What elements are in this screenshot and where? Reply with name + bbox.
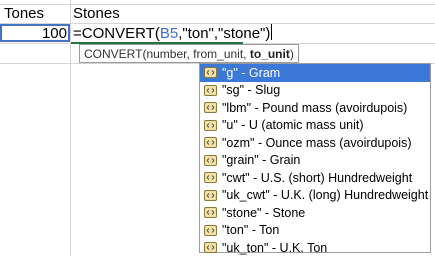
unit-list-icon: [204, 137, 217, 149]
unit-option[interactable]: "cwt" - U.S. (short) Hundredweight: [200, 169, 430, 187]
unit-option-code: "u": [222, 118, 238, 133]
unit-option-description: - Ounce mass (avoirdupois): [254, 135, 412, 150]
cell-header-stones[interactable]: Stones: [73, 4, 120, 23]
function-signature-tooltip[interactable]: CONVERT(number, from_unit, to_unit): [79, 44, 299, 63]
unit-list-icon: [204, 189, 217, 201]
unit-option-code: "cwt": [222, 170, 250, 185]
unit-option[interactable]: "u" - U (atomic mass unit): [200, 117, 430, 135]
unit-option-code: "grain": [222, 153, 259, 168]
unit-option-code: "stone": [222, 205, 262, 220]
unit-option[interactable]: "uk_cwt" - U.K. (long) Hundredweight: [200, 187, 430, 205]
unit-option-code: "ozm": [222, 135, 255, 150]
signature-text: CONVERT(number, from_unit,: [84, 47, 250, 61]
unit-option[interactable]: "g" - Gram: [200, 64, 430, 82]
unit-option-code: "ton": [222, 223, 249, 238]
cell-header-tones[interactable]: Tones: [4, 4, 44, 23]
formula-cell-reference: B5: [159, 25, 179, 42]
unit-option-description: - U.K. (long) Hundredweight: [269, 188, 429, 203]
unit-option[interactable]: "stone" - Stone: [200, 204, 430, 222]
unit-option-description: - Ton: [248, 223, 280, 238]
unit-list-icon: [204, 67, 217, 79]
unit-option-description: - U.K. Ton: [268, 240, 328, 255]
unit-option-code: "sg": [222, 83, 245, 98]
unit-list-icon: [204, 102, 217, 114]
unit-list-icon: [204, 207, 217, 219]
unit-option[interactable]: "ton" - Ton: [200, 222, 430, 240]
signature-close: ): [289, 47, 294, 61]
cell-value-tones[interactable]: 100: [0, 24, 67, 43]
unit-option-description: - U.S. (short) Hundredweight: [249, 170, 413, 185]
text-cursor: [271, 24, 273, 40]
unit-option-description: - Stone: [261, 205, 306, 220]
unit-list-icon: [204, 172, 217, 184]
unit-list-icon: [204, 84, 217, 96]
gridline: [0, 4, 435, 5]
unit-option-code: "uk_cwt": [222, 188, 270, 203]
unit-option-description: - Gram: [237, 65, 281, 80]
unit-option-code: "lbm": [222, 100, 252, 115]
unit-list-icon: [204, 154, 217, 166]
unit-option-description: - Slug: [244, 83, 281, 98]
formula-text[interactable]: =CONVERT(B5,"ton","stone"): [73, 24, 273, 43]
unit-option-description: - U (atomic mass unit): [237, 118, 364, 133]
unit-option-code: "uk_ton": [222, 240, 269, 255]
unit-option[interactable]: "uk_ton" - U.K. Ton: [200, 239, 430, 257]
unit-list-icon: [204, 242, 217, 254]
unit-option-description: - Grain: [258, 153, 301, 168]
formula-suffix: ,"ton","stone"): [178, 25, 271, 42]
formula-prefix: =CONVERT(: [73, 25, 160, 42]
unit-option[interactable]: "ozm" - Ounce mass (avoirdupois): [200, 134, 430, 152]
signature-current-argument: to_unit: [249, 47, 290, 61]
unit-option-code: "g": [222, 65, 238, 80]
unit-list-icon: [204, 119, 217, 131]
unit-option[interactable]: "lbm" - Pound mass (avoirdupois): [200, 99, 430, 117]
unit-option-description: - Pound mass (avoirdupois): [251, 100, 408, 115]
unit-option[interactable]: "sg" - Slug: [200, 82, 430, 100]
unit-list-icon: [204, 224, 217, 236]
unit-option[interactable]: "grain" - Grain: [200, 152, 430, 170]
unit-autocomplete-list[interactable]: "g" - Gram "sg" - Slug "lbm" - Pound mass …: [199, 63, 431, 255]
